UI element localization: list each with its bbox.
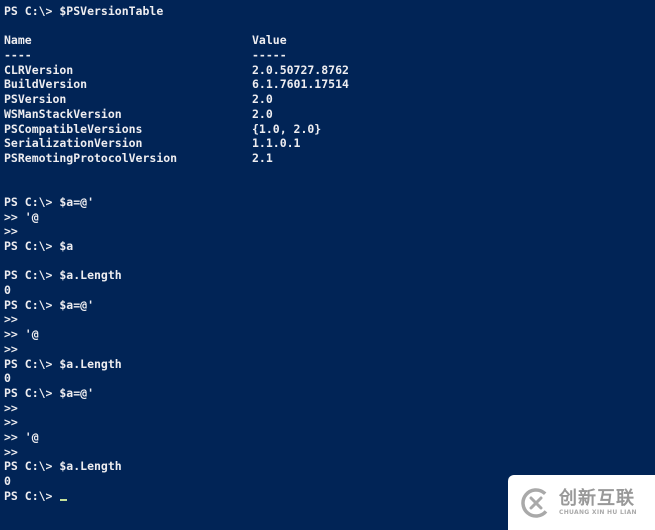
session-output: PS C:\> $a=@' >> '@ >> PS C:\> $a PS C:\> $a…	[4, 195, 655, 489]
row-value: 2.1	[252, 150, 273, 165]
separator-name: ----	[4, 48, 32, 63]
console-line: >>	[4, 341, 18, 356]
row-value: 6.1.7601.17514	[252, 77, 349, 92]
console-line: PS C:\> $a.Length	[4, 268, 122, 283]
row-name: SerializationVersion	[4, 136, 143, 151]
row-name: CLRVersion	[4, 62, 74, 77]
table-row: PSCompatibleVersions {1.0, 2.0}	[4, 122, 655, 137]
console-line: 0	[4, 371, 11, 386]
table-separator: ---- -----	[4, 48, 655, 63]
table-row: SerializationVersion 1.1.0.1	[4, 136, 655, 151]
table-row: PSVersion 2.0	[4, 92, 655, 107]
table-row: CLRVersion 2.0.50727.8762	[4, 63, 655, 78]
row-name: PSVersion	[4, 92, 67, 107]
console-line: >>	[4, 224, 18, 239]
text-cursor	[60, 498, 68, 501]
powershell-console[interactable]: PS C:\> $PSVersionTable Name Value ---- --…	[0, 0, 655, 530]
separator-value: -----	[252, 48, 287, 63]
console-line: >>	[4, 444, 18, 459]
console-line: PS C:\> $a	[4, 239, 74, 253]
prompt-text: PS C:\>	[4, 488, 60, 503]
console-line: PS C:\> $a=@'	[4, 385, 95, 400]
row-name: PSRemotingProtocolVersion	[4, 150, 178, 165]
brand-name: 创新互联	[559, 488, 635, 509]
table-row: PSRemotingProtocolVersion 2.1	[4, 151, 655, 166]
console-line: >> '@	[4, 429, 39, 444]
row-name: WSManStackVersion	[4, 106, 122, 121]
console-line: PS C:\> $a.Length	[4, 356, 122, 371]
brand-pinyin: CHUANG XIN HU LIAN	[559, 509, 637, 516]
table-header: Name Value	[4, 33, 655, 48]
row-name: BuildVersion	[4, 77, 88, 92]
console-line: PS C:\> $a=@'	[4, 194, 95, 209]
brand-logo-icon	[521, 487, 551, 518]
header-name: Name	[4, 33, 32, 48]
table-row: WSManStackVersion 2.0	[4, 107, 655, 122]
command-line: PS C:\> $PSVersionTable	[4, 4, 164, 18]
console-line: >> '@	[4, 209, 39, 224]
console-line: >>	[4, 400, 18, 415]
watermark-text: 创新互联 CHUANG XIN HU LIAN	[559, 488, 637, 517]
row-value: 1.1.0.1	[252, 136, 301, 151]
row-value: 2.0.50727.8762	[252, 62, 349, 77]
table-row: BuildVersion 6.1.7601.17514	[4, 77, 655, 92]
row-value: 2.0	[252, 92, 273, 107]
header-value: Value	[252, 33, 287, 48]
version-table-rows: CLRVersion 2.0.50727.8762 BuildVersion 6.1.…	[4, 63, 655, 166]
row-name: PSCompatibleVersions	[4, 121, 143, 136]
row-value: 2.0	[252, 106, 273, 121]
console-line: >>	[4, 415, 18, 430]
console-line: PS C:\> $a.Length	[4, 459, 122, 474]
console-line: PS C:\> $a=@'	[4, 297, 95, 312]
console-line: 0	[4, 283, 11, 298]
watermark-badge: 创新互联 CHUANG XIN HU LIAN	[508, 475, 655, 530]
console-line: >> '@	[4, 327, 39, 342]
row-value: {1.0, 2.0}	[252, 121, 322, 136]
console-line: >>	[4, 312, 18, 327]
